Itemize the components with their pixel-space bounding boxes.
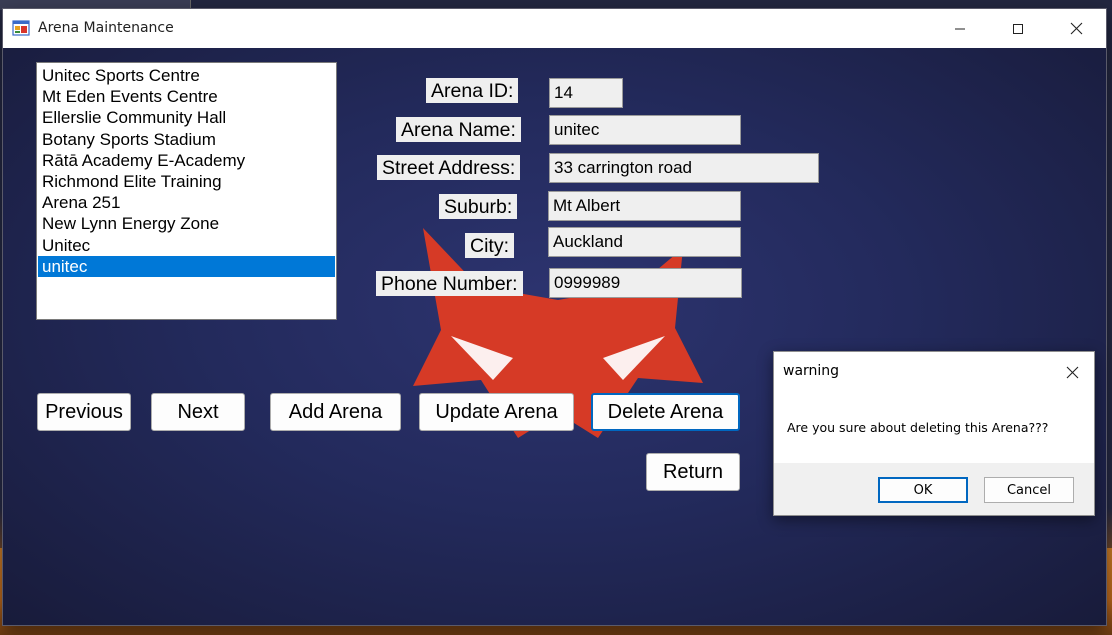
arena-name-field[interactable]: unitec: [549, 115, 741, 145]
arena-listbox[interactable]: Unitec Sports Centre Mt Eden Events Centr…: [36, 62, 337, 320]
return-button[interactable]: Return: [646, 453, 740, 491]
street-address-field[interactable]: 33 carrington road: [549, 153, 819, 183]
title-bar[interactable]: Arena Maintenance: [3, 9, 1106, 48]
warning-dialog: warning Are you sure about deleting this…: [773, 351, 1095, 516]
dialog-message: Are you sure about deleting this Arena??…: [787, 420, 1049, 435]
form-client-area: Unitec Sports Centre Mt Eden Events Centr…: [3, 48, 1106, 625]
phone-number-field[interactable]: 0999989: [549, 268, 742, 298]
maximize-icon: [1013, 23, 1023, 34]
app-icon: [12, 20, 30, 36]
maximize-button[interactable]: [989, 9, 1047, 48]
dialog-button-bar: OK Cancel: [774, 463, 1094, 515]
arena-name-label: Arena Name:: [396, 117, 521, 142]
list-item[interactable]: Unitec Sports Centre: [38, 65, 335, 86]
phone-number-label: Phone Number:: [376, 271, 523, 296]
delete-arena-button[interactable]: Delete Arena: [591, 393, 740, 431]
list-item[interactable]: Unitec: [38, 235, 335, 256]
minimize-icon: [955, 28, 965, 29]
close-button[interactable]: [1047, 9, 1105, 48]
list-item[interactable]: Arena 251: [38, 192, 335, 213]
add-arena-button[interactable]: Add Arena: [270, 393, 401, 431]
dialog-close-button[interactable]: [1056, 360, 1088, 384]
next-button[interactable]: Next: [151, 393, 245, 431]
close-icon: [1070, 22, 1082, 35]
dialog-title: warning: [783, 363, 840, 379]
city-label: City:: [465, 233, 514, 258]
arena-maintenance-window: Arena Maintenance Unitec Sports Centre Mt…: [3, 9, 1106, 625]
city-field[interactable]: Auckland: [548, 227, 741, 257]
suburb-field[interactable]: Mt Albert: [548, 191, 741, 221]
cancel-button[interactable]: Cancel: [984, 477, 1074, 503]
list-item[interactable]: Botany Sports Stadium: [38, 129, 335, 150]
suburb-label: Suburb:: [439, 194, 518, 219]
close-icon: [1066, 366, 1078, 378]
list-item[interactable]: unitec: [38, 255, 335, 277]
list-item[interactable]: Rātā Academy E-Academy: [38, 150, 335, 171]
arena-id-label: Arena ID:: [426, 78, 519, 103]
minimize-button[interactable]: [931, 9, 989, 48]
ok-button[interactable]: OK: [878, 477, 968, 503]
list-item[interactable]: Richmond Elite Training: [38, 171, 335, 192]
window-title: Arena Maintenance: [38, 20, 174, 36]
arena-id-field[interactable]: 14: [549, 78, 623, 108]
list-item[interactable]: New Lynn Energy Zone: [38, 213, 335, 234]
update-arena-button[interactable]: Update Arena: [419, 393, 574, 431]
list-item[interactable]: Ellerslie Community Hall: [38, 107, 335, 128]
street-address-label: Street Address:: [377, 155, 521, 180]
previous-button[interactable]: Previous: [37, 393, 131, 431]
list-item[interactable]: Mt Eden Events Centre: [38, 86, 335, 107]
